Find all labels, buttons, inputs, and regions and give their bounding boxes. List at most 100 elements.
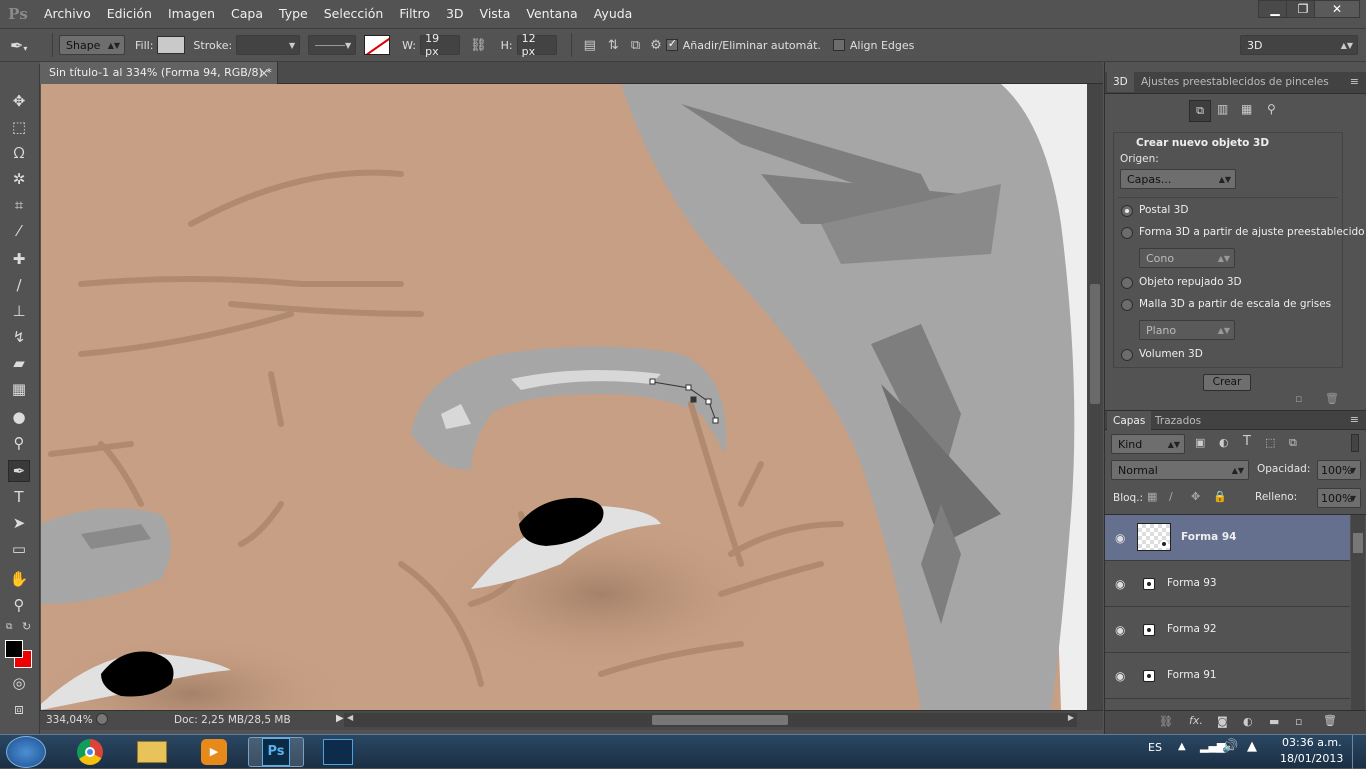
panel-menu-icon[interactable]: ≡ [1350,413,1359,426]
pen-tool-icon[interactable]: ✒ [8,460,30,482]
align-edges-checkbox[interactable] [832,39,845,51]
filter-toggle[interactable] [1351,434,1359,452]
vertical-scrollbar[interactable] [1087,84,1103,710]
radio-postal-3d[interactable] [1121,205,1133,217]
link-layers-icon[interactable]: ⛓ [1159,715,1173,728]
tab-paths[interactable]: Trazados [1149,411,1207,431]
menu-seleccion[interactable]: Selección [316,0,392,28]
eraser-tool-icon[interactable]: ▰ [8,352,30,374]
quick-mask-icon[interactable]: ◎ [8,672,30,694]
screen-mode-icon[interactable]: ⧈ [8,698,30,720]
show-hidden-icons-icon[interactable]: ▲ [1178,741,1186,752]
delete-layer-icon[interactable]: 🗑 [1323,714,1337,727]
new-group-icon[interactable]: ▬ [1269,715,1279,728]
app-taskbar-icon[interactable] [310,737,366,767]
blur-tool-icon[interactable]: ● [8,406,30,428]
chrome-taskbar-icon[interactable] [62,737,118,767]
horizontal-scrollbar[interactable]: ◀ ▶ [344,713,1077,727]
language-indicator[interactable]: ES [1148,741,1162,754]
gradient-tool-icon[interactable]: ▦ [8,378,30,400]
path-alignment-icon[interactable]: ⇅ [608,38,619,53]
layer-row[interactable]: ◉ Forma 91 [1105,653,1350,699]
document-tab[interactable]: Sin título-1 al 334% (Forma 94, RGB/8) *… [40,62,278,84]
clock-time[interactable]: 03:36 a.m. [1282,736,1342,749]
origin-dropdown[interactable]: Capas... ▲▼ [1120,169,1236,189]
brush-tool-icon[interactable]: ∕ [8,274,30,296]
add-mask-icon[interactable]: ◙ [1217,715,1228,728]
scroll-thumb[interactable] [1090,284,1100,404]
fx-icon[interactable]: fx. [1189,714,1203,727]
panel-menu-icon[interactable]: ≡ [1350,75,1359,88]
type-filter-icon[interactable]: T [1243,434,1251,449]
move-tool-icon[interactable]: ✥ [8,90,30,112]
photoshop-taskbar-icon[interactable]: Ps [248,737,304,767]
scene-filter-icon[interactable]: ⧉ [1189,100,1211,122]
pen-tool-preset-icon[interactable]: ✒▾ [10,36,46,55]
trash-icon[interactable]: 🗑 [1325,392,1339,405]
new-3d-icon[interactable]: ▫ [1295,392,1302,405]
drive-icon[interactable]: ▲ [1247,739,1257,754]
path-arrangement-icon[interactable]: ⧉ [631,38,640,53]
close-document-icon[interactable]: × [259,62,269,84]
gear-icon[interactable]: ⚙ [650,38,662,53]
share-icon[interactable] [96,713,108,725]
lock-all-icon[interactable]: 🔒 [1213,490,1227,503]
scroll-thumb[interactable] [652,715,788,725]
link-icon[interactable]: ⛓ [470,38,487,53]
preset-dropdown[interactable]: Cono ▲▼ [1139,248,1235,268]
zoom-level[interactable]: 334,04% [46,714,93,726]
path-selection-tool-icon[interactable]: ➤ [8,512,30,534]
stroke-swatch[interactable]: ▼ [236,35,301,55]
scroll-thumb[interactable] [1353,533,1363,553]
material-filter-icon[interactable]: ▦ [1241,102,1252,116]
adjustment-filter-icon[interactable]: ◐ [1219,436,1229,449]
media-player-taskbar-icon[interactable]: ▶ [186,737,242,767]
height-field[interactable]: 12 px [516,32,557,58]
stroke-color-none-icon[interactable] [364,35,391,55]
zoom-tool-icon[interactable]: ⚲ [8,594,30,616]
grayscale-dropdown[interactable]: Plano ▲▼ [1139,320,1235,340]
magic-wand-tool-icon[interactable]: ✲ [8,168,30,190]
menu-vista[interactable]: Vista [472,0,519,28]
eyedropper-tool-icon[interactable]: ⁄ [8,220,30,242]
pixel-filter-icon[interactable]: ▣ [1195,436,1205,449]
tab-brush-presets[interactable]: Ajustes preestablecidos de pinceles [1135,72,1335,92]
light-filter-icon[interactable]: ⚲ [1267,102,1276,116]
lock-position-icon[interactable]: ✥ [1191,490,1200,503]
fill-field[interactable]: 100% ▼ [1317,488,1361,508]
workspace-dropdown[interactable]: 3D ▲▼ [1240,35,1358,55]
start-button-icon[interactable] [6,736,46,768]
menu-type[interactable]: Type [271,0,316,28]
volume-icon[interactable]: 🔊 [1222,739,1238,754]
stroke-type-dropdown[interactable]: ▼ [308,35,357,55]
radio-forma-3d[interactable] [1121,227,1133,239]
menu-ventana[interactable]: Ventana [518,0,585,28]
create-button[interactable]: Crear [1203,374,1251,391]
radio-malla[interactable] [1121,299,1133,311]
shape-filter-icon[interactable]: ⬚ [1265,436,1275,449]
explorer-taskbar-icon[interactable] [124,737,180,767]
tab-3d[interactable]: 3D [1107,72,1134,92]
hand-tool-icon[interactable]: ✋ [8,568,30,590]
history-brush-tool-icon[interactable]: ↯ [8,326,30,348]
layer-row[interactable]: ◉ Forma 93 [1105,561,1350,607]
dodge-tool-icon[interactable]: ⚲ [8,432,30,454]
new-layer-icon[interactable]: ▫ [1295,715,1302,728]
status-menu-arrow-icon[interactable]: ▶ [336,713,344,724]
rectangle-tool-icon[interactable]: ▭ [8,538,30,560]
adjustment-layer-icon[interactable]: ◐ [1243,715,1253,728]
lock-transparency-icon[interactable]: ▦ [1147,490,1157,503]
eye-icon[interactable]: ◉ [1115,577,1125,591]
layers-scrollbar[interactable] [1351,515,1365,710]
layer-row[interactable]: ◉ Forma 92 [1105,607,1350,653]
opacity-field[interactable]: 100% ▼ [1317,460,1361,480]
blend-mode-dropdown[interactable]: Normal ▲▼ [1111,460,1249,480]
mesh-filter-icon[interactable]: ▥ [1217,102,1228,116]
crop-tool-icon[interactable]: ⌗ [8,194,30,216]
default-colors-icon[interactable]: ⧉ [6,622,12,632]
menu-3d[interactable]: 3D [438,0,472,28]
document-canvas[interactable] [41,84,1087,710]
width-field[interactable]: 19 px [420,32,461,58]
eye-icon[interactable]: ◉ [1115,669,1125,683]
filter-kind-dropdown[interactable]: Kind ▲▼ [1111,434,1185,454]
